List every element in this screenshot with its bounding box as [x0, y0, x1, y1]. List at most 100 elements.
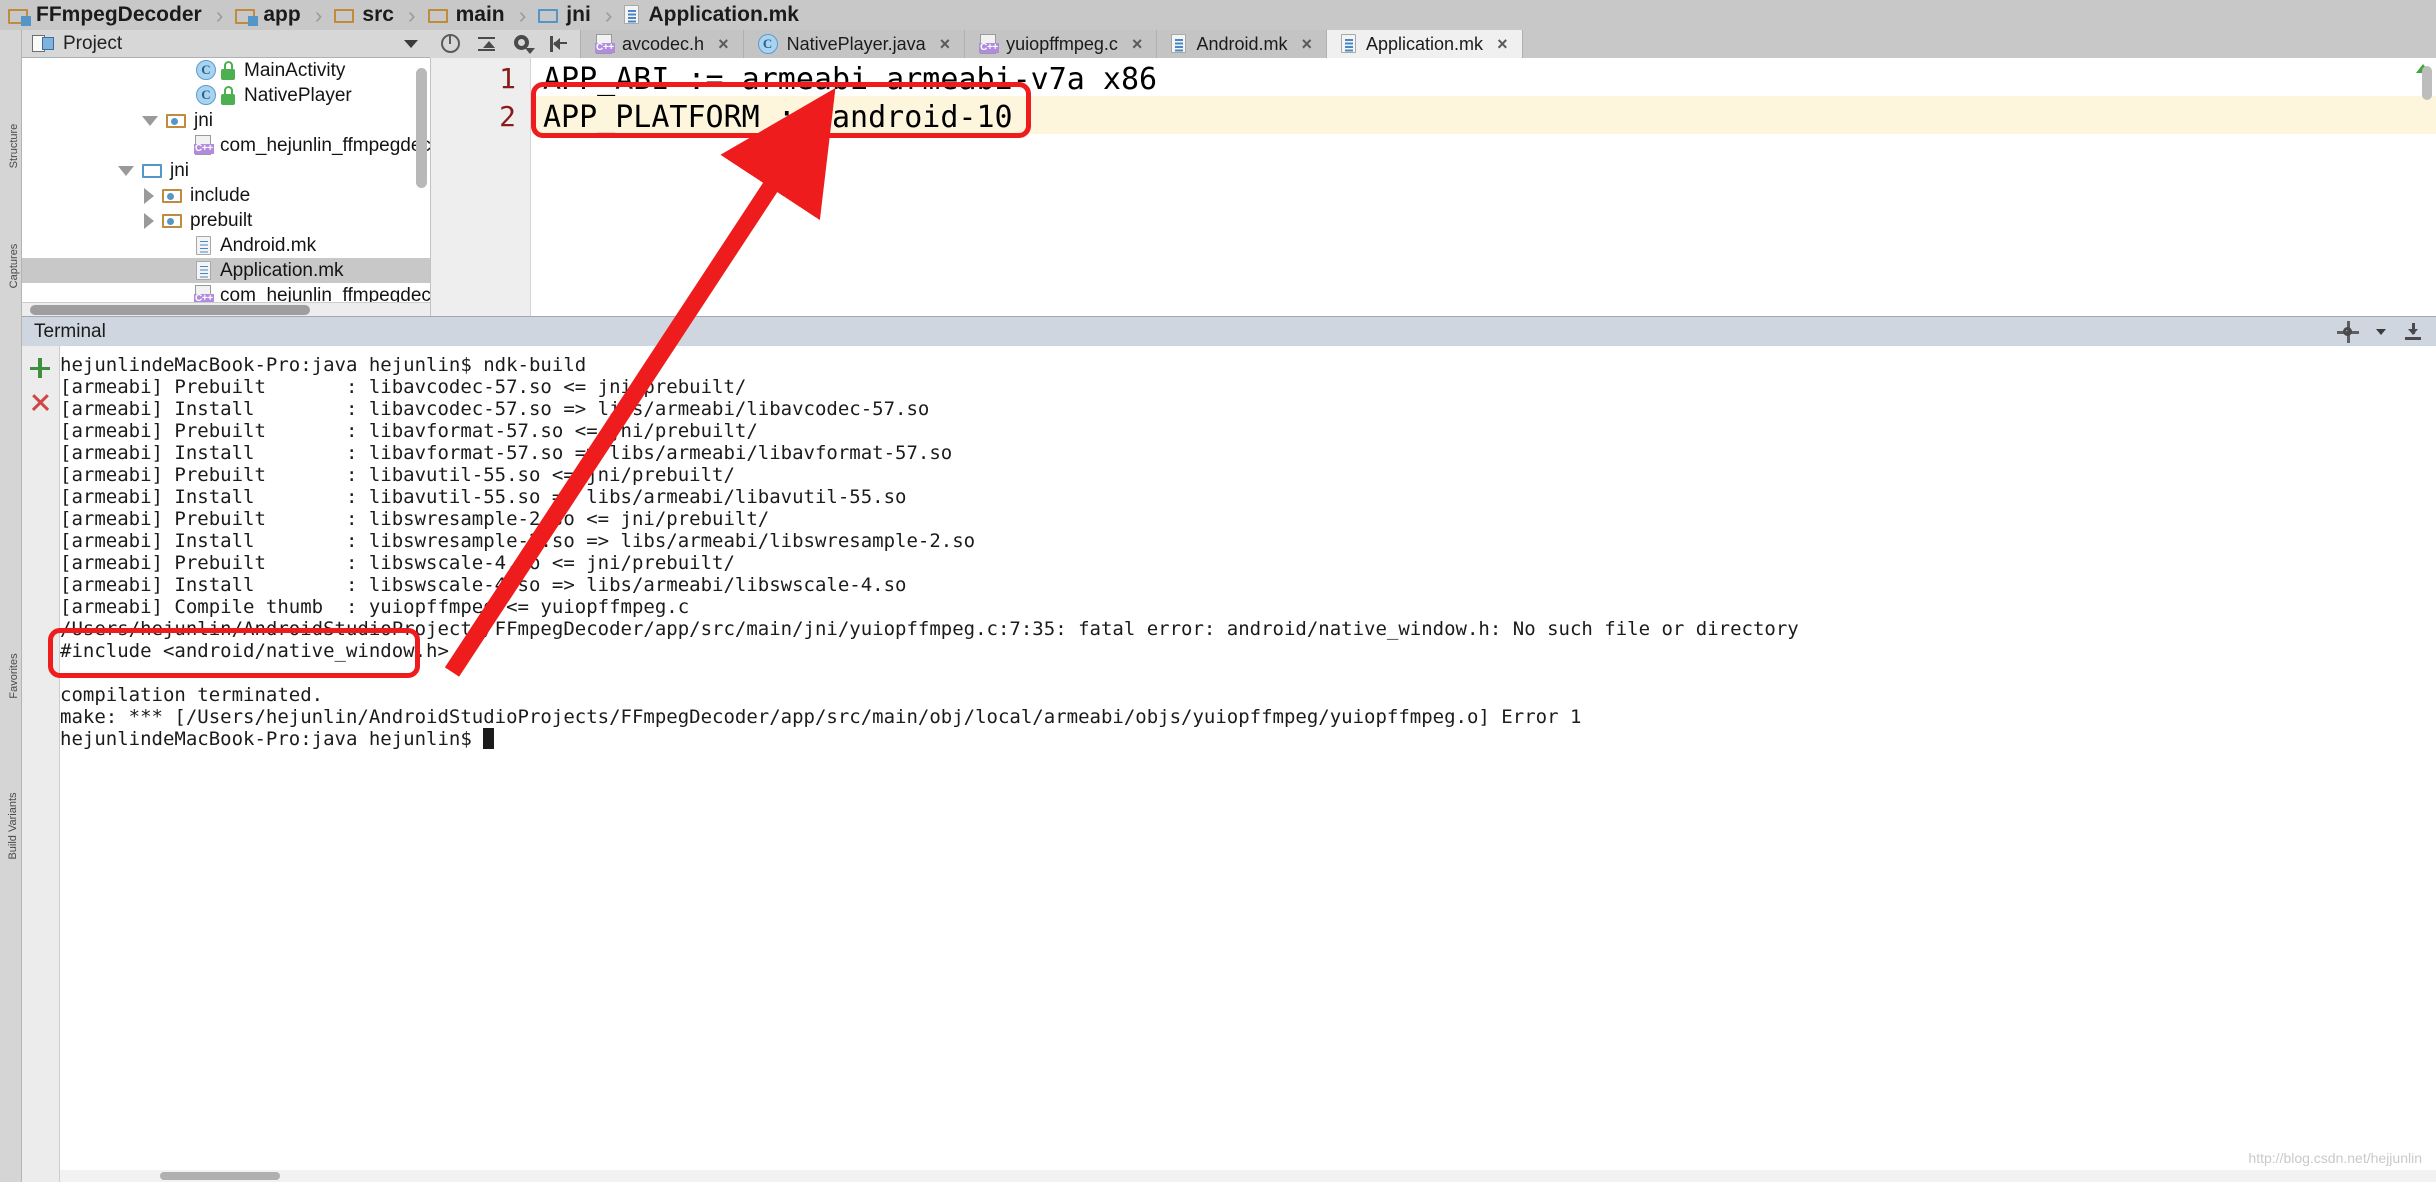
terminal-line: #include <android/native_window.h> [60, 640, 449, 662]
terminal-prompt-line[interactable]: hejunlindeMacBook-Pro:java hejunlin$ [60, 728, 494, 750]
project-panel-title: Project [63, 33, 122, 55]
settings-icon[interactable] [2338, 322, 2358, 342]
terminal-prompt-text: hejunlindeMacBook-Pro:java hejunlin$ [60, 728, 483, 750]
project-icon [32, 34, 54, 53]
settings-gear-icon[interactable] [512, 33, 534, 55]
tree-item-application-mk[interactable]: Application.mk [22, 258, 430, 283]
rail-item-captures[interactable]: Captures [8, 236, 20, 296]
terminal-line: [armeabi] Prebuilt : libavcodec-57.so <=… [60, 376, 746, 398]
project-tree[interactable]: C MainActivity C NativePlayer jni C++ co… [22, 58, 430, 302]
terminal-output[interactable]: hejunlindeMacBook-Pro:java hejunlin$ ndk… [60, 346, 2436, 1182]
breadcrumb-separator: › [605, 2, 613, 29]
tree-item-nativeplayer[interactable]: C NativePlayer [22, 83, 430, 108]
breadcrumb-item-app[interactable]: app [235, 0, 300, 30]
tree-item-mainactivity[interactable]: C MainActivity [22, 58, 430, 83]
project-tree-scrollbar[interactable] [416, 68, 427, 188]
chevron-down-icon[interactable] [2376, 329, 2386, 335]
terminal-line: make: *** [/Users/hejunlin/AndroidStudio… [60, 706, 1581, 728]
folder-blue-icon [142, 162, 163, 179]
tree-item-prebuilt[interactable]: prebuilt [22, 208, 430, 233]
breadcrumb: FFmpegDecoder › app › src › main › jni ›… [0, 0, 2436, 30]
tree-expander-collapse-icon[interactable] [118, 166, 134, 176]
terminal-line: [armeabi] Prebuilt : libavformat-57.so <… [60, 420, 758, 442]
left-tool-rail: Structure Captures Favorites Build Varia… [0, 30, 22, 1182]
mk-file-icon [196, 261, 213, 281]
add-tab-icon[interactable] [30, 358, 50, 378]
tree-expander-expand-icon[interactable] [144, 213, 154, 229]
tree-item-label: NativePlayer [244, 85, 352, 107]
watermark: http://blog.csdn.net/hejjunlin [2248, 1150, 2422, 1166]
terminal-gutter [22, 346, 60, 1182]
close-icon[interactable]: × [1497, 34, 1508, 55]
chevron-down-icon[interactable] [404, 40, 418, 48]
close-icon[interactable]: × [940, 34, 951, 55]
close-tab-icon[interactable] [30, 392, 50, 412]
code-editor[interactable]: 1 2 APP_ABI := armeabi armeabi-v7a x86 A… [430, 58, 2436, 316]
tab-nativeplayer-java[interactable]: C NativePlayer.java × [744, 30, 966, 58]
close-icon[interactable]: × [1301, 34, 1312, 55]
project-panel-header[interactable]: Project [22, 30, 430, 58]
lock-icon [220, 86, 237, 105]
tree-expander-collapse-icon[interactable] [142, 116, 158, 126]
tree-item-label: jni [170, 160, 189, 182]
terminal-title: Terminal [34, 321, 106, 343]
tab-label: Android.mk [1196, 34, 1287, 55]
breadcrumb-item-jni[interactable]: jni [538, 0, 591, 30]
cpp-file-icon: C++ [194, 285, 213, 302]
rail-item-build-variants[interactable]: Build Variants [7, 771, 19, 881]
close-icon[interactable]: × [718, 34, 729, 55]
breadcrumb-label: jni [566, 3, 591, 27]
module-icon [235, 7, 256, 24]
close-icon[interactable]: × [1132, 34, 1143, 55]
tree-item-label: Android.mk [220, 235, 316, 257]
tab-label: Application.mk [1366, 34, 1483, 55]
breadcrumb-label: Application.mk [648, 3, 799, 27]
breadcrumb-item-main[interactable]: main [428, 0, 505, 30]
breadcrumb-separator: › [216, 2, 224, 29]
editor-scrollbar[interactable] [2422, 66, 2432, 100]
mk-file-icon [1171, 34, 1188, 54]
editor-gutter: 1 2 [431, 58, 531, 316]
breadcrumb-label: src [362, 3, 394, 27]
folder-blue-icon [538, 7, 559, 24]
code-line[interactable]: APP_PLATFORM := android-10 [543, 100, 1013, 135]
folder-orange-icon [428, 7, 449, 24]
terminal-line: [armeabi] Install : libswscale-4.so => l… [60, 574, 906, 596]
breadcrumb-item-application-mk[interactable]: Application.mk [624, 0, 799, 30]
tab-avcodec-h[interactable]: C++ avcodec.h × [581, 30, 744, 58]
code-line[interactable]: APP_ABI := armeabi armeabi-v7a x86 [543, 62, 1157, 97]
tree-item-jni-folder[interactable]: jni [22, 158, 430, 183]
tree-item-label: include [190, 185, 250, 207]
project-tree-hscrollbar[interactable] [22, 302, 430, 316]
breadcrumb-item-src[interactable]: src [334, 0, 394, 30]
tree-item-android-mk[interactable]: Android.mk [22, 233, 430, 258]
terminal-hscrollbar[interactable] [60, 1170, 2436, 1182]
cpp-file-icon: C++ [194, 135, 213, 156]
terminal-line: [armeabi] Prebuilt : libswscale-4.so <= … [60, 552, 735, 574]
sync-icon[interactable] [440, 33, 462, 55]
minimize-icon[interactable] [2404, 323, 2422, 341]
tree-item-com-hejunlin-ffmpegdecode[interactable]: C++ com_hejunlin_ffmpegdecode [22, 283, 430, 302]
tree-item-label: jni [194, 110, 213, 132]
tree-item-jni-source[interactable]: jni [22, 108, 430, 133]
tab-yuiopffmpeg-c[interactable]: C++ yuiopffmpeg.c × [965, 30, 1157, 58]
tab-label: NativePlayer.java [787, 34, 926, 55]
rail-item-favorites[interactable]: Favorites [8, 646, 20, 706]
terminal-line: [armeabi] Install : libavutil-55.so => l… [60, 486, 906, 508]
tree-item-include[interactable]: include [22, 183, 430, 208]
module-icon [8, 7, 29, 24]
tree-item-label: com_hejunlin_ffmpegdec [220, 135, 430, 157]
rail-item-structure[interactable]: Structure [8, 116, 20, 176]
tree-item-com-hejunlin-ffmpegdec[interactable]: C++ com_hejunlin_ffmpegdec [22, 133, 430, 158]
terminal-line: [armeabi] Install : libswresample-2.so =… [60, 530, 975, 552]
tab-application-mk[interactable]: Application.mk × [1327, 30, 1523, 58]
jump-to-source-icon[interactable] [548, 33, 570, 55]
breadcrumb-item-ffmpegdecoder[interactable]: FFmpegDecoder [8, 0, 202, 30]
java-class-icon: C [758, 34, 779, 55]
java-class-icon: C [196, 60, 217, 81]
folder-source-icon [162, 212, 183, 229]
collapse-all-icon[interactable] [476, 33, 498, 55]
tree-expander-expand-icon[interactable] [144, 188, 154, 204]
cpp-file-icon: C++ [979, 34, 998, 55]
tab-android-mk[interactable]: Android.mk × [1157, 30, 1327, 58]
